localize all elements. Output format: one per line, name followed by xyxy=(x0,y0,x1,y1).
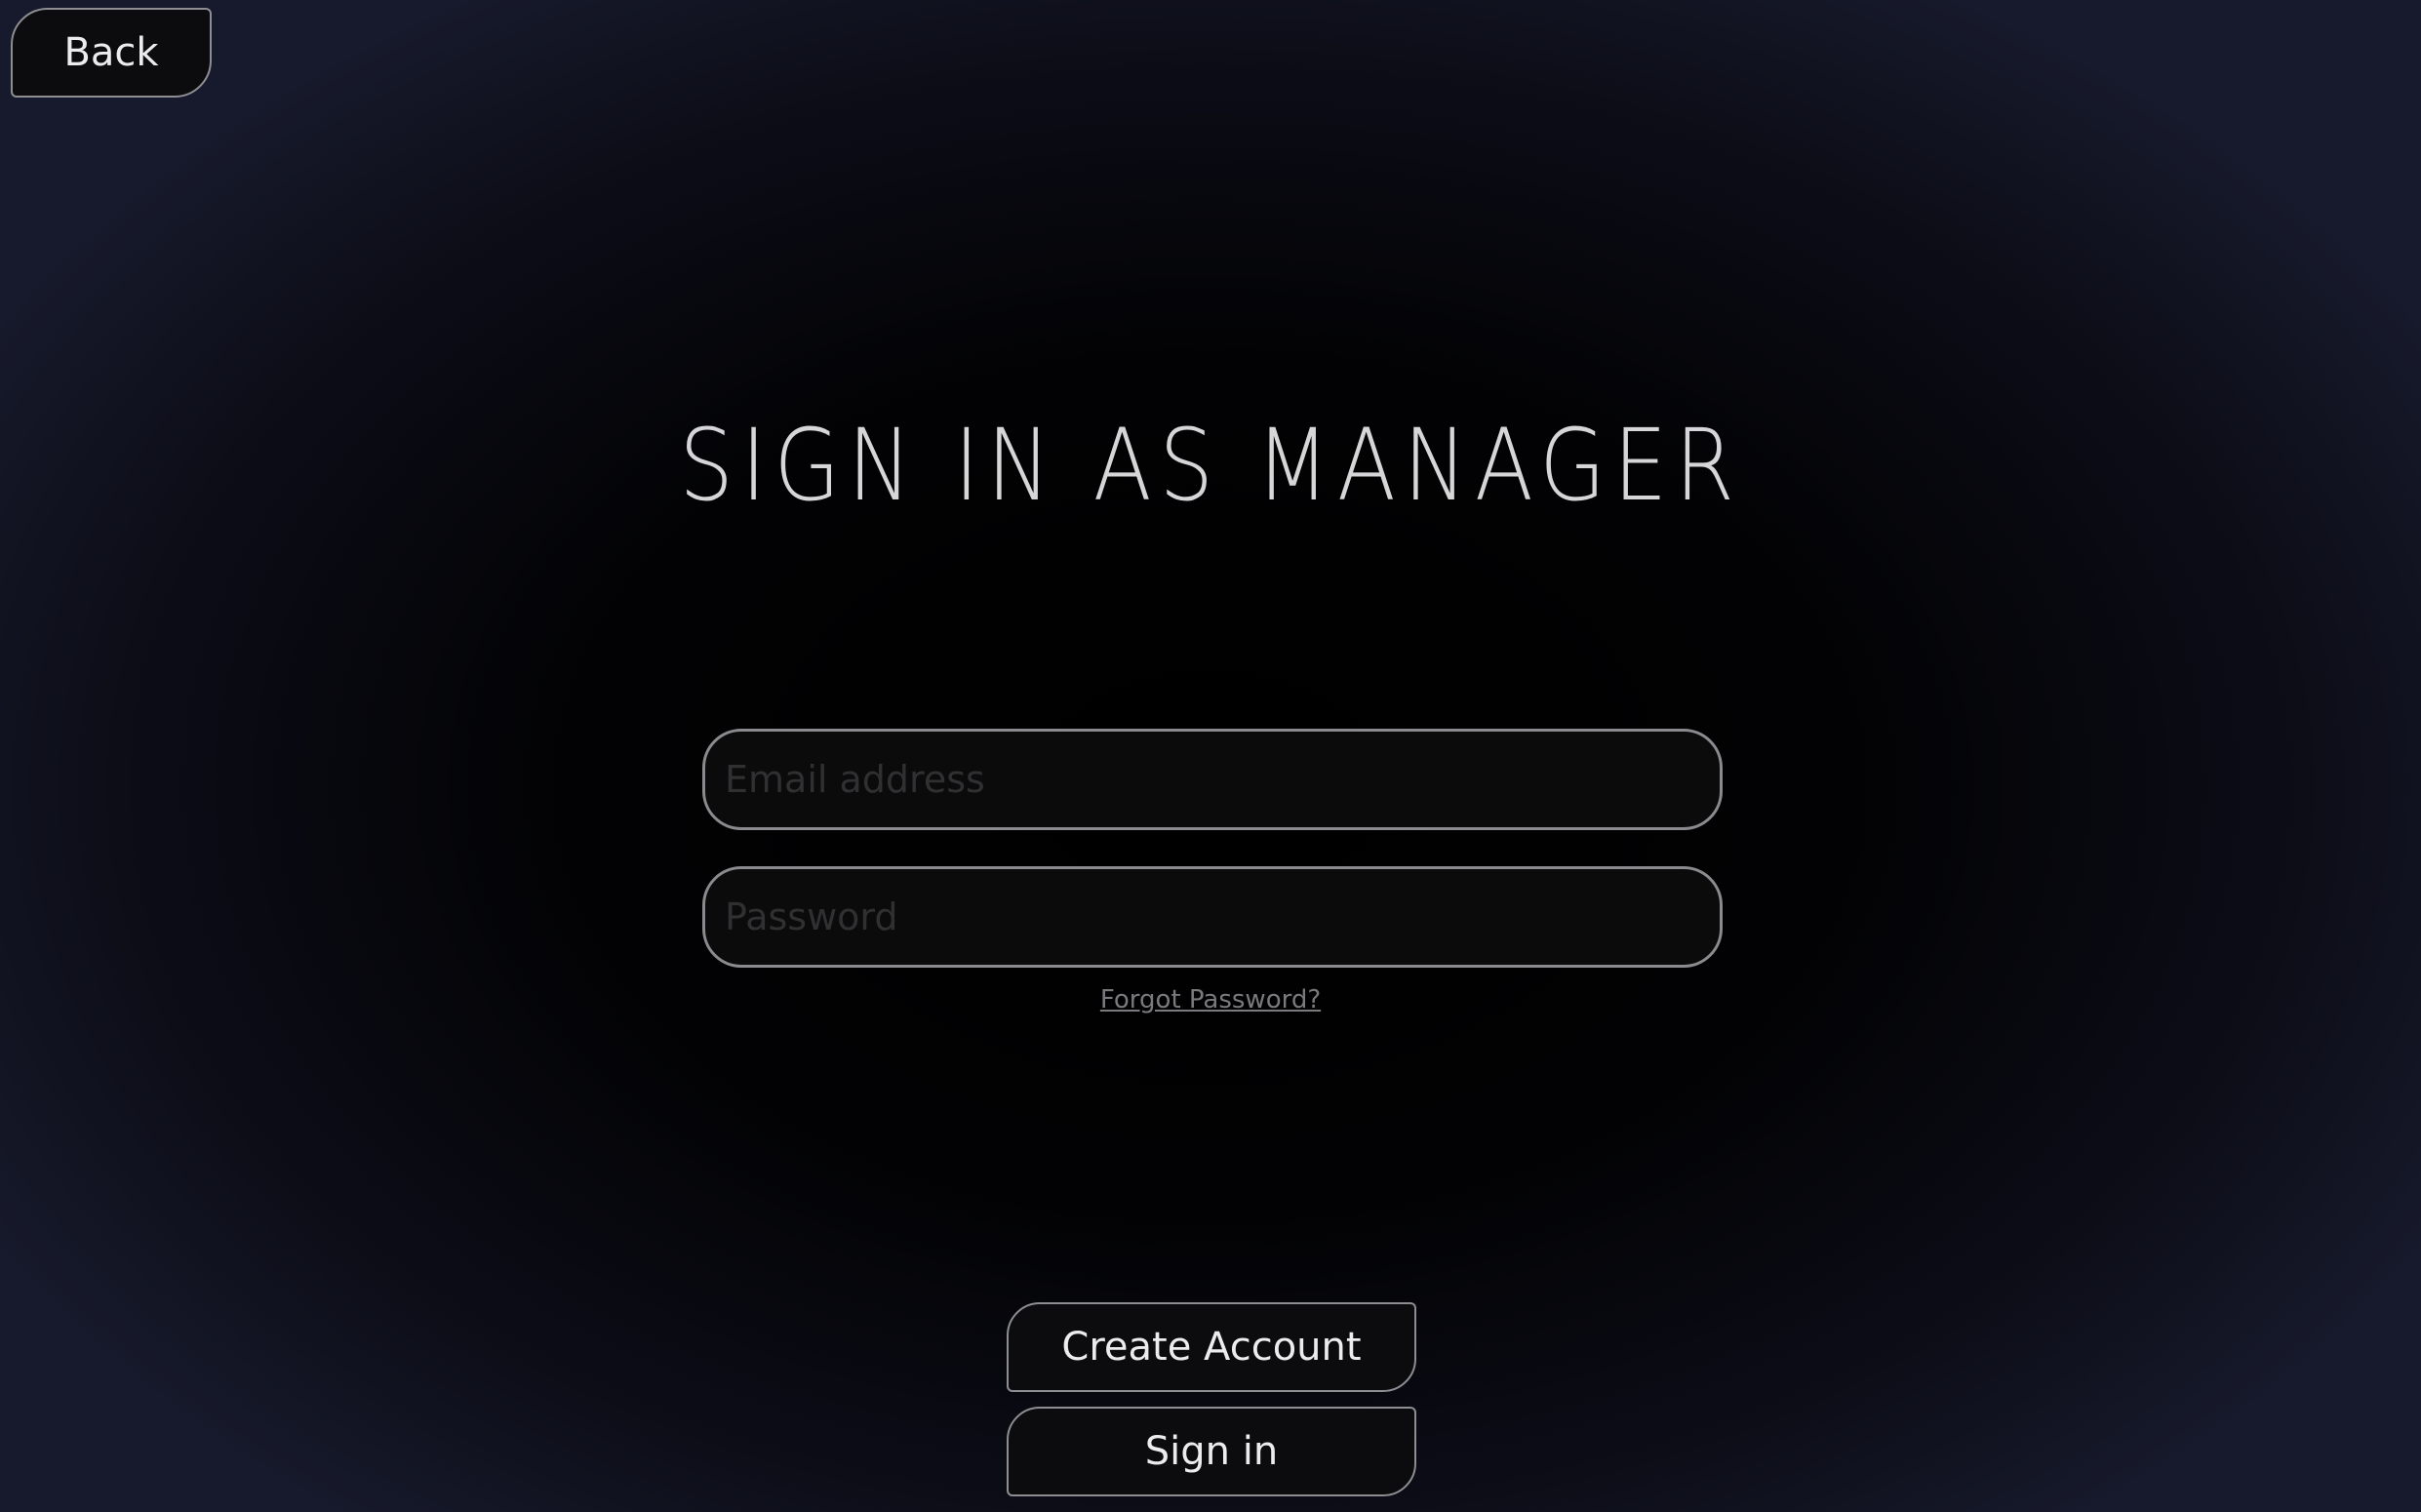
create-account-button[interactable]: Create Account xyxy=(1007,1302,1416,1392)
password-field[interactable] xyxy=(702,866,1723,968)
email-input[interactable] xyxy=(723,757,1720,802)
page-title: SIGN IN AS MANAGER xyxy=(679,408,1742,524)
forgot-password-link[interactable]: Forgot Password? xyxy=(0,985,2421,1015)
password-input[interactable] xyxy=(723,895,1720,939)
email-field[interactable] xyxy=(702,729,1723,830)
sign-in-button[interactable]: Sign in xyxy=(1007,1407,1416,1496)
back-button[interactable]: Back xyxy=(11,8,212,98)
